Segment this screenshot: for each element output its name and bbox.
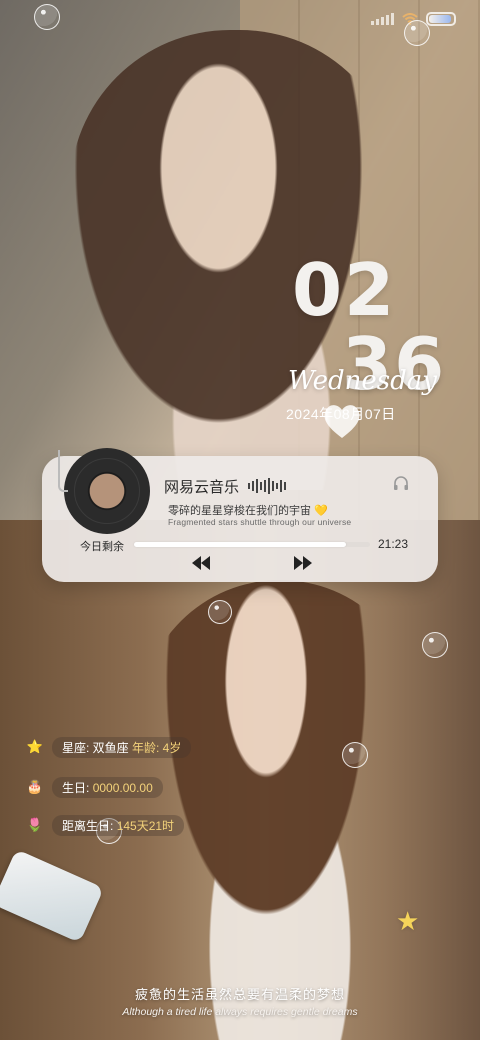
remaining-time: 21:23 (378, 537, 409, 551)
tagline-chinese: 疲惫的生活虽然总要有温柔的梦想 (134, 987, 345, 1002)
music-player-widget[interactable]: 网易云音乐 零碎的星星穿梭在我们的宇宙 💛 Fragmented stars s… (42, 448, 438, 582)
age-label: 年龄: 4岁 (132, 740, 182, 755)
date-label: 2024年08月07日 (286, 406, 396, 422)
bubble-decoration (208, 600, 232, 624)
progress-fill (134, 542, 347, 547)
portrait-figure-bottom (140, 580, 420, 1040)
birthday-row: 🎂 生日: 0000.00.00 (26, 776, 163, 798)
equalizer-icon (248, 478, 286, 494)
lyric-chinese: 零碎的星星穿梭在我们的宇宙 💛 (168, 505, 328, 517)
bubble-decoration (404, 20, 430, 46)
countdown-value: 145天21时 (116, 818, 175, 833)
progress-bar[interactable] (134, 542, 370, 547)
zodiac-label: 星座: 双鱼座 (62, 740, 129, 755)
battery-icon (426, 12, 456, 26)
remaining-label: 今日剩余 (80, 541, 124, 553)
music-app-name: 网易云音乐 (164, 479, 240, 496)
bubble-decoration (422, 632, 448, 658)
weekday-label: Wednesday (288, 366, 437, 396)
clock-hour: 02 (292, 248, 397, 332)
countdown-label: 距离生日: (62, 818, 114, 833)
bubble-decoration (342, 742, 368, 768)
bubble-decoration (34, 4, 60, 30)
birthday-label: 生日: (62, 780, 90, 795)
headphones-icon[interactable] (392, 474, 410, 492)
tonearm-icon (58, 450, 68, 492)
star-sticker-icon: ★ (396, 906, 420, 936)
tagline-english: Although a tired life always requires ge… (122, 1006, 358, 1018)
birthday-value: 0000.00.00 (92, 780, 153, 795)
zodiac-age-row: ⭐ 星座: 双鱼座 年龄: 4岁 (26, 736, 192, 758)
wallpaper-top-photo (0, 0, 480, 520)
lyric-english: Fragmented stars shuttle through our uni… (168, 517, 352, 527)
previous-icon[interactable] (192, 556, 210, 570)
countdown-row: 🌷 距离生日: 145天21时 (26, 814, 185, 836)
vinyl-record-icon[interactable] (64, 448, 150, 534)
next-icon[interactable] (294, 556, 312, 570)
star-icon: ⭐ (26, 739, 44, 754)
cake-icon: 🎂 (26, 779, 44, 794)
signal-icon (371, 13, 394, 25)
flower-icon: 🌷 (26, 817, 44, 832)
